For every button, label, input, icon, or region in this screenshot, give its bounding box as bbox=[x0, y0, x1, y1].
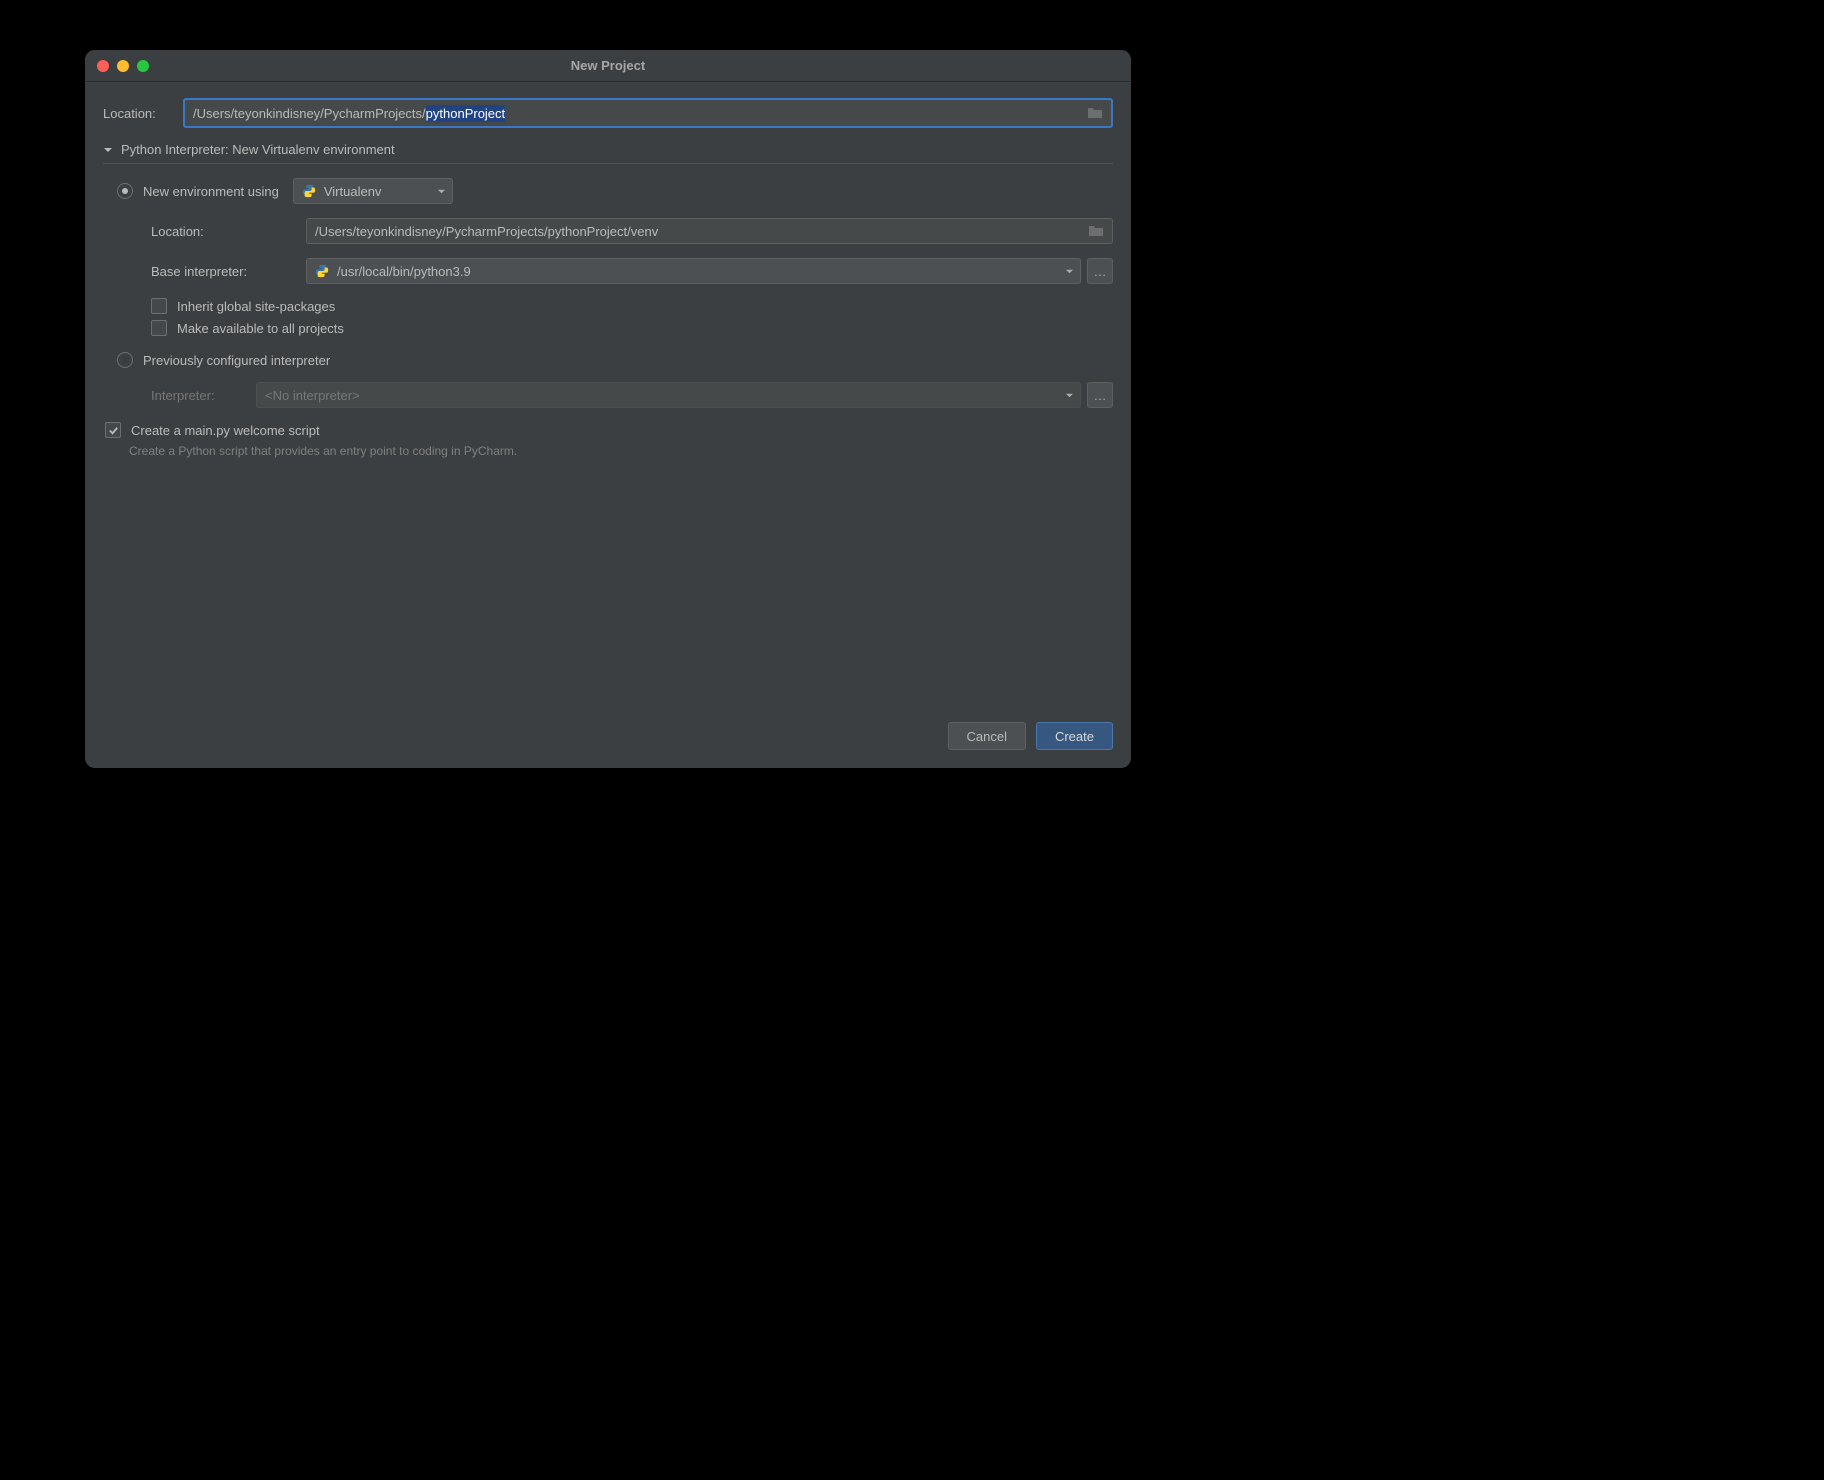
new-project-dialog: New Project Location: /Users/teyonkindis… bbox=[85, 50, 1131, 768]
base-interpreter-row: Base interpreter: /usr/local/bin/python3… bbox=[151, 258, 1113, 284]
new-env-radio-row: New environment using Virtualenv bbox=[117, 178, 1113, 204]
make-available-checkbox[interactable] bbox=[151, 320, 167, 336]
main-py-checkbox[interactable] bbox=[105, 422, 121, 438]
env-location-label: Location: bbox=[151, 224, 306, 239]
prev-interpreter-row: Interpreter: <No interpreter> … bbox=[151, 382, 1113, 408]
prev-configured-radio[interactable] bbox=[117, 352, 133, 368]
env-location-value: /Users/teyonkindisney/PycharmProjects/py… bbox=[315, 224, 658, 239]
folder-icon bbox=[1087, 105, 1103, 121]
browse-location-button[interactable] bbox=[1085, 103, 1105, 123]
main-py-helper: Create a Python script that provides an … bbox=[129, 444, 1113, 458]
folder-icon bbox=[1088, 223, 1104, 239]
chevron-down-icon bbox=[437, 187, 446, 196]
ellipsis-icon: … bbox=[1094, 264, 1107, 279]
titlebar: New Project bbox=[85, 50, 1131, 82]
env-type-dropdown[interactable]: Virtualenv bbox=[293, 178, 453, 204]
prev-configured-radio-row: Previously configured interpreter bbox=[117, 352, 1113, 368]
env-location-input[interactable]: /Users/teyonkindisney/PycharmProjects/py… bbox=[306, 218, 1113, 244]
location-path-selected: pythonProject bbox=[426, 105, 506, 122]
make-available-checkbox-row: Make available to all projects bbox=[151, 320, 1113, 336]
main-py-label: Create a main.py welcome script bbox=[131, 423, 320, 438]
create-button[interactable]: Create bbox=[1036, 722, 1113, 750]
prev-interpreter-dropdown[interactable]: <No interpreter> bbox=[256, 382, 1081, 408]
window-title: New Project bbox=[85, 58, 1131, 73]
make-available-label: Make available to all projects bbox=[177, 321, 344, 336]
location-label: Location: bbox=[103, 106, 183, 121]
dialog-content: Location: /Users/teyonkindisney/PycharmP… bbox=[85, 82, 1131, 458]
prev-interpreter-value: <No interpreter> bbox=[265, 388, 360, 403]
prev-interpreter-more-button[interactable]: … bbox=[1087, 382, 1113, 408]
check-icon bbox=[108, 425, 119, 436]
browse-env-location-button[interactable] bbox=[1086, 221, 1106, 241]
location-path: /Users/teyonkindisney/PycharmProjects/py… bbox=[193, 106, 1085, 121]
base-interpreter-dropdown[interactable]: /usr/local/bin/python3.9 bbox=[306, 258, 1081, 284]
prev-configured-radio-label: Previously configured interpreter bbox=[143, 353, 330, 368]
chevron-down-icon bbox=[1065, 391, 1074, 400]
location-input[interactable]: /Users/teyonkindisney/PycharmProjects/py… bbox=[183, 98, 1113, 128]
base-interpreter-value: /usr/local/bin/python3.9 bbox=[337, 264, 471, 279]
cancel-button[interactable]: Cancel bbox=[948, 722, 1026, 750]
inherit-checkbox[interactable] bbox=[151, 298, 167, 314]
inherit-checkbox-row: Inherit global site-packages bbox=[151, 298, 1113, 314]
interpreter-section-title: Python Interpreter: New Virtualenv envir… bbox=[121, 142, 395, 157]
env-location-row: Location: /Users/teyonkindisney/PycharmP… bbox=[151, 218, 1113, 244]
new-env-radio-label: New environment using bbox=[143, 184, 279, 199]
interpreter-section-header[interactable]: Python Interpreter: New Virtualenv envir… bbox=[103, 142, 1113, 164]
new-env-radio[interactable] bbox=[117, 183, 133, 199]
location-path-prefix: /Users/teyonkindisney/PycharmProjects/ bbox=[193, 106, 426, 121]
base-interpreter-more-button[interactable]: … bbox=[1087, 258, 1113, 284]
chevron-down-icon bbox=[1065, 267, 1074, 276]
env-type-value: Virtualenv bbox=[324, 184, 382, 199]
base-interpreter-label: Base interpreter: bbox=[151, 264, 306, 279]
ellipsis-icon: … bbox=[1094, 388, 1107, 403]
python-icon bbox=[302, 184, 316, 198]
inherit-label: Inherit global site-packages bbox=[177, 299, 335, 314]
location-row: Location: /Users/teyonkindisney/PycharmP… bbox=[103, 98, 1113, 128]
python-icon bbox=[315, 264, 329, 278]
chevron-down-icon bbox=[103, 145, 113, 155]
prev-interpreter-label: Interpreter: bbox=[151, 388, 256, 403]
main-py-checkbox-row: Create a main.py welcome script bbox=[105, 422, 1113, 438]
dialog-footer: Cancel Create bbox=[85, 708, 1131, 768]
